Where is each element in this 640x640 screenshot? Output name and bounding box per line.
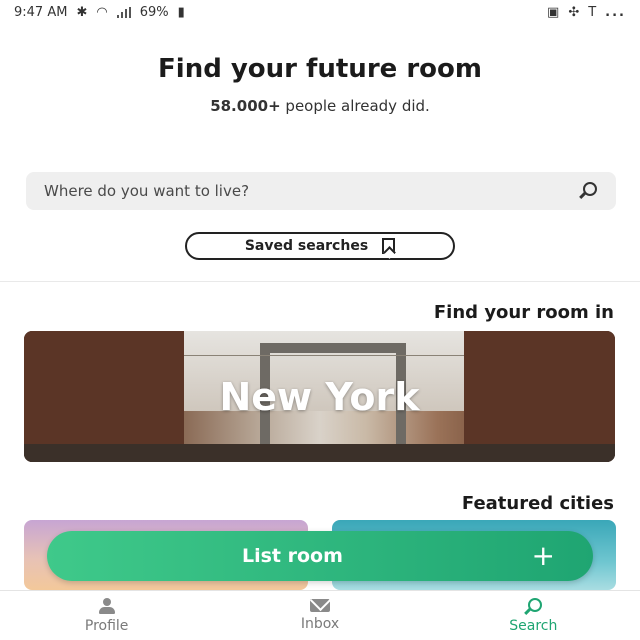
saved-searches-label: Saved searches [244, 238, 369, 254]
bookmark-icon [382, 238, 396, 254]
status-bar: 9:47 AM ✱ ◠ 69% ▮ ▣ ✣ T ... [0, 0, 640, 24]
status-right: ▣ ✣ T ... [547, 5, 626, 20]
person-icon [97, 597, 117, 614]
battery-label: 69% [139, 4, 169, 20]
bottom-tab-bar: Profile Inbox Search [0, 590, 640, 640]
hero-subtitle: 58.000+ people already did. [0, 97, 640, 115]
search-placeholder: Where do you want to live? [44, 182, 250, 200]
user-count: 58.000+ [210, 97, 281, 115]
search-icon [578, 181, 598, 201]
tab-search-label: Search [509, 617, 558, 634]
status-left: 9:47 AM ✱ ◠ 69% ▮ [14, 5, 185, 20]
plus-icon: + [531, 539, 555, 572]
city-card-new-york[interactable]: New York [24, 331, 615, 462]
divider [0, 281, 640, 282]
page-title: Find your future room [158, 54, 482, 84]
hero-section: Find your future room 58.000+ people alr… [0, 54, 640, 115]
signal-icon [116, 6, 131, 18]
city-name: New York [219, 374, 420, 419]
tab-profile[interactable]: Profile [0, 591, 213, 640]
find-room-heading: Find your room in [433, 302, 614, 323]
pinwheel-icon: ✣ [568, 4, 580, 20]
tab-profile-label: Profile [84, 617, 129, 634]
more-icon: ... [605, 4, 626, 20]
search-input[interactable]: Where do you want to live? [26, 172, 616, 210]
list-room-label: List room [242, 545, 343, 567]
image-icon: ▣ [547, 4, 560, 20]
battery-icon: ▮ [177, 4, 185, 20]
wifi-icon: ◠ [96, 4, 108, 20]
mail-icon [309, 599, 330, 612]
bluetooth-icon: ✱ [76, 4, 88, 20]
search-icon [523, 597, 543, 614]
list-room-button[interactable]: List room + [47, 531, 593, 581]
hero-subtitle-text: people already did. [285, 97, 430, 115]
tab-inbox-label: Inbox [300, 616, 340, 632]
saved-searches-button[interactable]: Saved searches [185, 232, 455, 260]
tab-search[interactable]: Search [427, 591, 640, 640]
text-icon: T [588, 4, 597, 20]
tab-inbox[interactable]: Inbox [213, 591, 426, 640]
featured-cities-heading: Featured cities [461, 493, 614, 514]
time-label: 9:47 AM [14, 4, 68, 20]
